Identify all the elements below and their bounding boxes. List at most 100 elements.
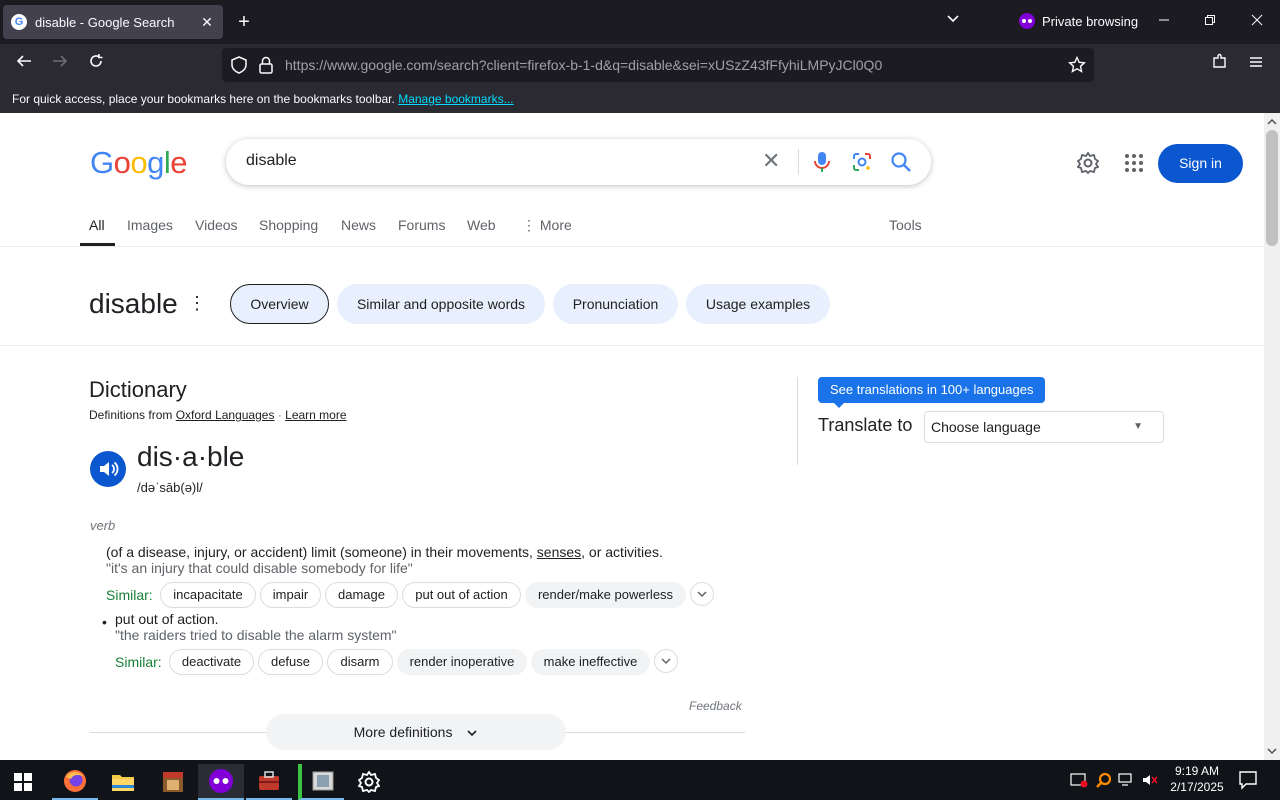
similar-word-pill[interactable]: put out of action (402, 582, 521, 608)
tab-news[interactable]: News (341, 217, 376, 233)
tray-volume-muted-icon[interactable] (1141, 772, 1159, 793)
extensions-button[interactable] (1208, 53, 1232, 77)
taskbar-settings[interactable] (346, 764, 392, 800)
similar-word-pill[interactable]: impair (260, 582, 321, 608)
tab-all[interactable]: All (89, 217, 105, 233)
app-menu-button[interactable] (1244, 53, 1268, 77)
chip-pronunciation[interactable]: Pronunciation (553, 284, 678, 324)
tab-more[interactable]: ⋮ More (522, 217, 572, 234)
tray-search-app-icon[interactable] (1095, 772, 1113, 795)
tab-videos[interactable]: Videos (195, 217, 238, 233)
google-lens-camera-icon[interactable] (851, 151, 873, 178)
part-of-speech: verb (90, 518, 116, 533)
tray-network-icon[interactable] (1118, 772, 1136, 793)
chip-overview[interactable]: Overview (230, 284, 329, 324)
similar-word-pill[interactable]: deactivate (169, 649, 254, 675)
url-text[interactable]: https://www.google.com/search?client=fir… (285, 57, 882, 73)
tab-forums[interactable]: Forums (398, 217, 445, 233)
close-window-button[interactable] (1245, 10, 1269, 34)
similar-label: Similar: (106, 587, 153, 603)
chevron-down-icon (661, 658, 671, 665)
restore-button[interactable] (1198, 10, 1222, 34)
reload-button[interactable] (84, 53, 108, 77)
taskbar-file-explorer[interactable] (100, 764, 146, 800)
tab-title: disable - Google Search (35, 14, 175, 30)
tab-images[interactable]: Images (127, 217, 173, 233)
tab-shopping[interactable]: Shopping (259, 217, 318, 233)
example-1: "it's an injury that could disable someb… (106, 560, 413, 576)
similar-word-pill[interactable]: render inoperative (397, 649, 527, 675)
minimize-button[interactable] (1152, 10, 1176, 34)
google-logo[interactable]: Google (90, 145, 188, 181)
taskbar-tool-app[interactable] (246, 764, 292, 800)
more-definitions-button[interactable]: More definitions (266, 714, 566, 750)
forward-button[interactable] (48, 53, 72, 77)
hamburger-menu-icon (1250, 57, 1262, 67)
similar-word-pill[interactable]: defuse (258, 649, 323, 675)
similar-word-pill[interactable]: disarm (327, 649, 393, 675)
start-button[interactable] (0, 764, 46, 800)
tab-close-button[interactable]: ✕ (197, 14, 217, 31)
url-bar[interactable]: https://www.google.com/search?client=fir… (222, 48, 1094, 82)
new-tab-button[interactable]: + (232, 10, 256, 34)
web-page: Google disable ✕ Sign in All Images Vide… (0, 113, 1264, 760)
search-icon[interactable] (890, 151, 912, 178)
firefox-icon (64, 770, 86, 792)
entity-more-options-button[interactable]: ⋮ (188, 293, 206, 314)
source-prefix: Definitions from (89, 408, 173, 422)
chip-usage-examples[interactable]: Usage examples (686, 284, 830, 324)
similar-word-pill[interactable]: damage (325, 582, 398, 608)
private-mask-icon (209, 769, 233, 793)
dictionary-heading: Dictionary (89, 377, 187, 402)
clear-search-button[interactable]: ✕ (762, 148, 780, 174)
notifications-button[interactable] (1238, 770, 1258, 795)
tracking-protection-shield-icon[interactable] (230, 56, 248, 79)
similar-word-pill[interactable]: render/make powerless (525, 582, 686, 608)
search-divider (798, 149, 799, 175)
bookmarks-toolbar: For quick access, place your bookmarks h… (0, 86, 1280, 113)
taskbar-image-viewer[interactable] (298, 764, 344, 800)
voice-search-mic-icon[interactable] (812, 151, 832, 178)
google-apps-grid-icon[interactable] (1124, 153, 1144, 178)
similar-word-pill[interactable]: make ineffective (531, 649, 650, 675)
chevron-down-icon (467, 730, 477, 737)
settings-gear-icon[interactable] (1076, 151, 1100, 180)
definition-1: (of a disease, injury, or accident) limi… (106, 544, 663, 560)
lock-icon[interactable] (258, 56, 274, 79)
taskbar-private-browsing[interactable] (198, 764, 244, 800)
bookmark-star-icon[interactable] (1067, 55, 1087, 79)
similar-word-pill[interactable]: incapacitate (160, 582, 256, 608)
tray-security-icon[interactable] (1070, 772, 1088, 793)
tab-web[interactable]: Web (467, 217, 496, 233)
extensions-puzzle-icon (1213, 53, 1226, 68)
source-separator: · (277, 408, 282, 422)
example-2: "the raiders tried to disable the alarm … (115, 627, 397, 643)
language-select[interactable]: Choose language ▼ (924, 411, 1164, 443)
tools-button[interactable]: Tools (889, 217, 922, 233)
expand-similar-button[interactable] (654, 649, 678, 673)
scroll-down-arrow-icon[interactable] (1264, 744, 1280, 758)
back-button[interactable] (12, 53, 36, 77)
chip-similar-opposite[interactable]: Similar and opposite words (337, 284, 545, 324)
manage-bookmarks-link[interactable]: Manage bookmarks... (398, 92, 513, 106)
search-box[interactable]: disable ✕ (226, 139, 931, 185)
private-mask-icon (1019, 13, 1035, 29)
scrollbar-thumb[interactable] (1266, 130, 1278, 246)
browser-tab[interactable]: G disable - Google Search ✕ (3, 5, 223, 39)
scroll-up-arrow-icon[interactable] (1264, 115, 1280, 129)
oxford-languages-link[interactable]: Oxford Languages (176, 408, 275, 422)
search-input[interactable]: disable (246, 152, 297, 170)
list-all-tabs-button[interactable] (941, 10, 965, 34)
pronounce-audio-button[interactable] (90, 451, 126, 487)
taskbar-game-app[interactable] (150, 764, 196, 800)
feedback-link[interactable]: Feedback (689, 699, 742, 713)
senses-link[interactable]: senses (537, 544, 581, 560)
taskbar-firefox[interactable] (52, 764, 98, 800)
expand-similar-button[interactable] (690, 582, 714, 606)
column-divider (797, 377, 798, 465)
system-clock[interactable]: 9:19 AM 2/17/2025 (1162, 763, 1232, 795)
learn-more-link[interactable]: Learn more (285, 408, 346, 422)
sign-in-button[interactable]: Sign in (1158, 144, 1243, 183)
google-favicon-icon: G (11, 14, 27, 30)
translations-tooltip[interactable]: See translations in 100+ languages (818, 377, 1046, 403)
